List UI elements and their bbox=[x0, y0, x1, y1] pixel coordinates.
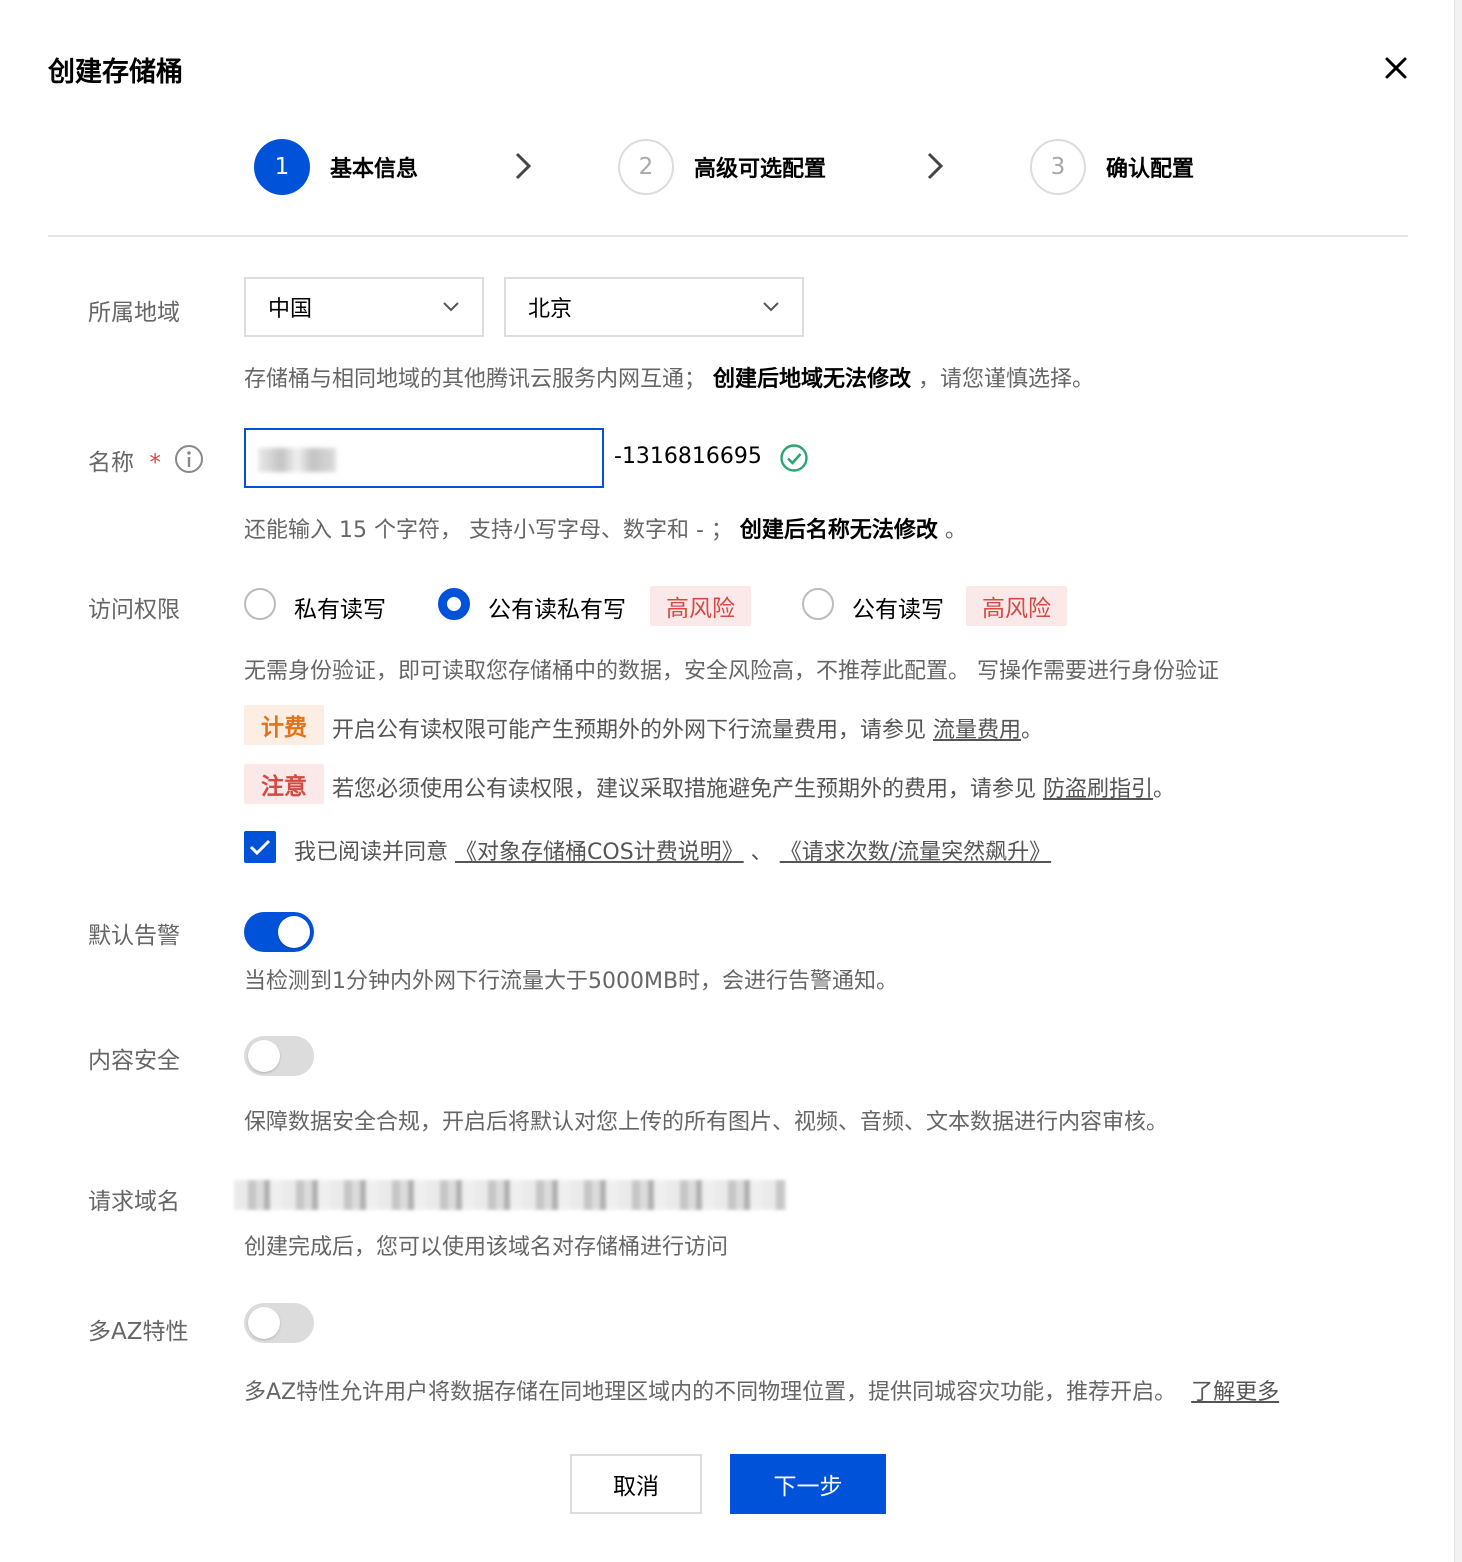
step-3-circle: 3 bbox=[1030, 139, 1086, 195]
toggle-knob bbox=[248, 1040, 280, 1072]
chevron-down-icon bbox=[763, 302, 779, 312]
country-select[interactable]: 中国 bbox=[244, 277, 484, 337]
radio-public-rw[interactable] bbox=[802, 588, 834, 620]
multi-az-label: 多AZ特性 bbox=[88, 1319, 189, 1345]
check-icon bbox=[249, 839, 271, 856]
info-icon[interactable] bbox=[174, 444, 204, 474]
access-description: 无需身份验证，即可读取您存储桶中的数据，安全风险高，不推荐此配置。 写操作需要进… bbox=[244, 659, 1219, 684]
radio-private-rw[interactable] bbox=[244, 588, 276, 620]
radio-public-read-private-write[interactable] bbox=[438, 588, 470, 620]
step-3-label: 确认配置 bbox=[1106, 157, 1195, 182]
step-2-label: 高级可选配置 bbox=[694, 157, 827, 182]
scrollbar-track[interactable] bbox=[1454, 0, 1462, 1562]
toggle-knob bbox=[248, 1307, 280, 1339]
alarm-toggle[interactable] bbox=[244, 912, 314, 952]
city-select-value: 北京 bbox=[528, 297, 573, 322]
toggle-knob bbox=[278, 916, 310, 948]
required-mark: * bbox=[149, 450, 161, 476]
city-select[interactable]: 北京 bbox=[504, 277, 804, 337]
header-divider bbox=[48, 235, 1408, 237]
name-help: 还能输入 15 个字符， 支持小写字母、数字和 - ； 创建后名称无法修改 。 bbox=[244, 518, 967, 543]
name-label: 名称 * bbox=[88, 450, 161, 476]
note-notice: 若您必须使用公有读权限，建议采取措施避免产生预期外的费用，请参见 防盗刷指引。 bbox=[332, 777, 1176, 802]
dialog-title: 创建存储桶 bbox=[48, 57, 183, 88]
country-select-value: 中国 bbox=[268, 297, 313, 322]
chevron-down-icon bbox=[443, 302, 459, 312]
learn-more-link[interactable]: 了解更多 bbox=[1191, 1380, 1279, 1405]
cancel-button[interactable]: 取消 bbox=[570, 1454, 702, 1514]
traffic-spike-link[interactable]: 《请求次数/流量突然飙升》 bbox=[780, 840, 1051, 865]
check-circle-icon bbox=[780, 444, 808, 472]
alarm-label: 默认告警 bbox=[88, 923, 180, 949]
radio-private-rw-label: 私有读写 bbox=[294, 597, 386, 623]
alarm-help: 当检测到1分钟内外网下行流量大于5000MB时，会进行告警通知。 bbox=[244, 969, 899, 994]
risk-badge: 高风险 bbox=[650, 586, 751, 626]
region-help: 存储桶与相同地域的其他腾讯云服务内网互通； 创建后地域无法修改 ，请您谨慎选择。 bbox=[244, 367, 1095, 392]
content-security-label: 内容安全 bbox=[88, 1048, 180, 1074]
fee-tag: 计费 bbox=[244, 705, 324, 745]
name-warning: 创建后名称无法修改 bbox=[739, 518, 938, 543]
step-1-label: 基本信息 bbox=[330, 157, 419, 182]
content-security-toggle[interactable] bbox=[244, 1036, 314, 1076]
chevron-right-icon bbox=[927, 152, 944, 180]
close-icon[interactable] bbox=[1380, 52, 1412, 84]
region-label: 所属地域 bbox=[88, 300, 180, 326]
blurred-name-value bbox=[258, 448, 336, 472]
chevron-right-icon bbox=[515, 152, 532, 180]
step-2-circle: 2 bbox=[618, 139, 674, 195]
next-step-button[interactable]: 下一步 bbox=[730, 1454, 886, 1514]
access-label: 访问权限 bbox=[88, 597, 180, 623]
risk-badge: 高风险 bbox=[966, 586, 1067, 626]
cos-billing-link[interactable]: 《对象存储桶COS计费说明》 bbox=[455, 840, 744, 865]
radio-public-rw-label: 公有读写 bbox=[852, 597, 944, 623]
region-warning: 创建后地域无法修改 bbox=[713, 367, 912, 392]
radio-public-read-private-write-label: 公有读私有写 bbox=[488, 597, 626, 623]
fee-notice: 开启公有读权限可能产生预期外的外网下行流量费用，请参见 流量费用。 bbox=[332, 718, 1044, 743]
multi-az-help: 多AZ特性允许用户将数据存储在同地理区域内的不同物理位置，提供同城容灾功能，推荐… bbox=[244, 1380, 1280, 1405]
bucket-name-input[interactable] bbox=[244, 428, 604, 488]
blurred-domain-value bbox=[234, 1180, 786, 1210]
request-domain-help: 创建完成后，您可以使用该域名对存储桶进行访问 bbox=[244, 1235, 729, 1260]
request-domain-label: 请求域名 bbox=[88, 1189, 180, 1215]
step-1-circle: 1 bbox=[254, 139, 310, 195]
bucket-appid-suffix: -1316816695 bbox=[614, 444, 762, 469]
content-security-help: 保障数据安全合规，开启后将默认对您上传的所有图片、视频、音频、文本数据进行内容审… bbox=[244, 1110, 1169, 1135]
agree-checkbox[interactable] bbox=[244, 831, 276, 863]
traffic-fee-link[interactable]: 流量费用 bbox=[933, 718, 1021, 743]
anti-abuse-guide-link[interactable]: 防盗刷指引 bbox=[1043, 777, 1153, 802]
multi-az-toggle[interactable] bbox=[244, 1303, 314, 1343]
note-tag: 注意 bbox=[244, 764, 324, 804]
agree-text: 我已阅读并同意 《对象存储桶COS计费说明》 、 《请求次数/流量突然飙升》 bbox=[294, 840, 1052, 865]
